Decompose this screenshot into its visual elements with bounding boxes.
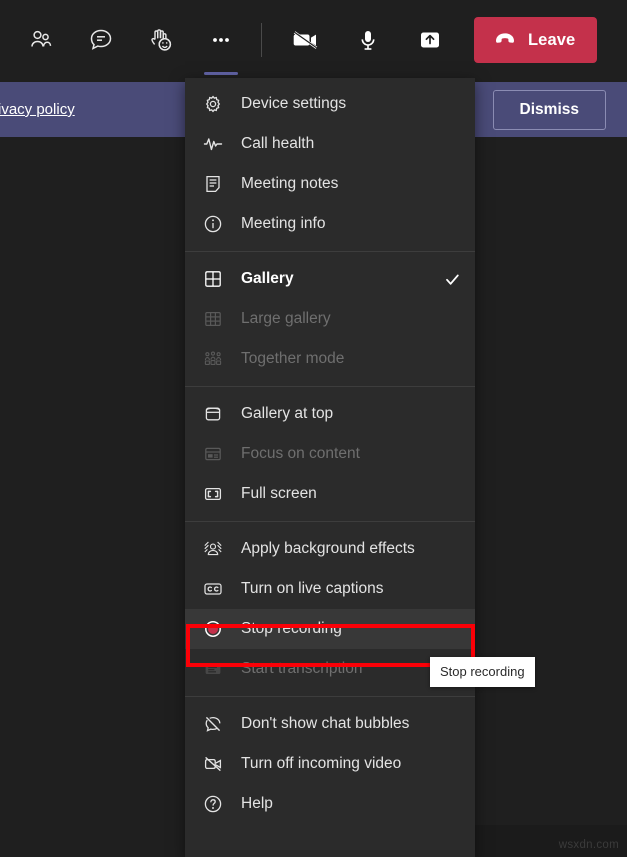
menu-divider xyxy=(185,521,475,522)
menu-item-help[interactable]: Help xyxy=(185,784,475,824)
people-button[interactable] xyxy=(15,14,67,66)
menu-item-label: Turn off incoming video xyxy=(241,755,443,773)
toolbar-divider xyxy=(261,23,262,57)
ellipsis-icon xyxy=(207,26,235,54)
menu-item-label: Gallery at top xyxy=(241,405,443,423)
share-up-arrow-icon xyxy=(416,26,444,54)
chat-button[interactable] xyxy=(75,14,127,66)
notes-document-icon xyxy=(203,174,229,194)
menu-item-label: Gallery xyxy=(241,270,443,288)
menu-item-label: Focus on content xyxy=(241,445,443,463)
microphone-button[interactable] xyxy=(342,14,394,66)
help-circle-icon xyxy=(203,794,229,814)
menu-item-label: Meeting info xyxy=(241,215,443,233)
menu-item-label: Start transcription xyxy=(241,660,443,678)
privacy-policy-link[interactable]: ivacy policy xyxy=(0,101,75,118)
people-icon xyxy=(27,26,55,54)
menu-item-large-gallery: Large gallery xyxy=(185,299,475,339)
menu-item-full-screen[interactable]: Full screen xyxy=(185,474,475,514)
more-options-active-indicator xyxy=(204,72,238,75)
background-effects-icon xyxy=(203,539,229,559)
hang-up-icon xyxy=(492,25,518,56)
share-button[interactable] xyxy=(404,14,456,66)
meeting-stage-right xyxy=(475,137,627,857)
menu-item-label: Call health xyxy=(241,135,443,153)
microphone-icon xyxy=(354,26,382,54)
full-screen-icon xyxy=(203,484,229,504)
menu-item-label: Together mode xyxy=(241,350,443,368)
chat-icon xyxy=(87,26,115,54)
gear-icon xyxy=(203,94,229,114)
watermark: wsxdn.com xyxy=(559,839,619,851)
menu-item-gallery-at-top[interactable]: Gallery at top xyxy=(185,394,475,434)
menu-item-meeting-info[interactable]: Meeting info xyxy=(185,204,475,244)
menu-item-label: Turn on live captions xyxy=(241,580,443,598)
camera-off-icon xyxy=(290,24,322,56)
menu-item-label: Apply background effects xyxy=(241,540,443,558)
teams-meeting-window: Leave ivacy policy Dismiss Device settin… xyxy=(0,0,627,857)
large-gallery-grid-icon xyxy=(203,309,229,329)
menu-item-label: Don't show chat bubbles xyxy=(241,715,443,733)
more-options-button[interactable] xyxy=(195,14,247,66)
gallery-at-top-icon xyxy=(203,404,229,424)
menu-item-dont-show-chat-bubbles[interactable]: Don't show chat bubbles xyxy=(185,704,475,744)
menu-item-label: Meeting notes xyxy=(241,175,443,193)
menu-item-label: Stop recording xyxy=(241,620,443,638)
leave-button-label: Leave xyxy=(528,31,575,50)
menu-divider xyxy=(185,696,475,697)
menu-divider xyxy=(185,251,475,252)
menu-item-meeting-notes[interactable]: Meeting notes xyxy=(185,164,475,204)
record-stop-icon xyxy=(203,619,229,639)
meeting-toolbar: Leave xyxy=(0,0,627,80)
menu-divider xyxy=(185,386,475,387)
more-actions-menu: Device settings Call health Meeti xyxy=(185,78,475,857)
dismiss-button[interactable]: Dismiss xyxy=(493,90,606,130)
menu-item-gallery[interactable]: Gallery xyxy=(185,259,475,299)
menu-item-focus-on-content: Focus on content xyxy=(185,434,475,474)
closed-captions-icon xyxy=(203,579,229,599)
menu-item-call-health[interactable]: Call health xyxy=(185,124,475,164)
reactions-button[interactable] xyxy=(135,14,187,66)
menu-item-device-settings[interactable]: Device settings xyxy=(185,84,475,124)
incoming-video-off-icon xyxy=(203,754,229,774)
chat-bubble-off-icon xyxy=(203,714,229,734)
camera-button[interactable] xyxy=(280,14,332,66)
stop-recording-tooltip: Stop recording xyxy=(430,657,535,687)
meeting-stage-left xyxy=(0,137,185,857)
menu-item-turn-off-incoming-video[interactable]: Turn off incoming video xyxy=(185,744,475,784)
menu-item-apply-background-effects[interactable]: Apply background effects xyxy=(185,529,475,569)
leave-button[interactable]: Leave xyxy=(474,17,597,63)
gallery-grid-icon xyxy=(203,269,229,289)
together-mode-icon xyxy=(203,349,229,369)
dismiss-button-label: Dismiss xyxy=(520,101,579,119)
menu-item-stop-recording[interactable]: Stop recording xyxy=(185,609,475,649)
pulse-icon xyxy=(203,134,229,154)
info-circle-icon xyxy=(203,214,229,234)
menu-item-turn-on-live-captions[interactable]: Turn on live captions xyxy=(185,569,475,609)
menu-item-label: Large gallery xyxy=(241,310,443,328)
menu-item-label: Full screen xyxy=(241,485,443,503)
menu-item-label: Device settings xyxy=(241,95,443,113)
focus-content-icon xyxy=(203,444,229,464)
menu-item-checkmark xyxy=(443,271,461,288)
menu-item-together-mode: Together mode xyxy=(185,339,475,379)
transcription-icon xyxy=(203,659,229,679)
raise-hand-emoji-icon xyxy=(146,25,176,55)
menu-item-label: Help xyxy=(241,795,443,813)
